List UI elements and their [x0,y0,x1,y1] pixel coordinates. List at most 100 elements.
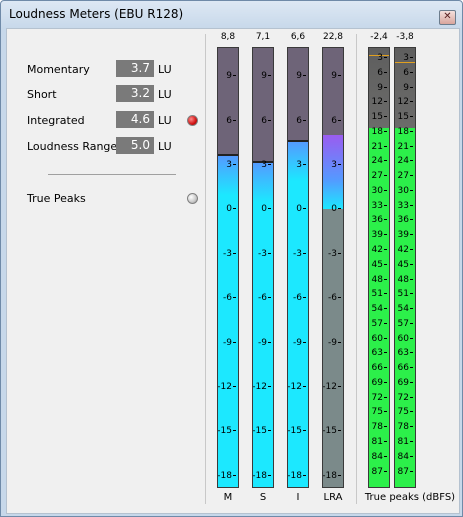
scale-tick: 0 [261,205,271,214]
meter-max-M: 8,8 [220,32,236,42]
scale-tick: -18 [288,471,306,481]
panel-divider-right [356,34,357,504]
scale-tick: -18 [323,471,341,481]
scale-tick: 36 [372,216,387,225]
scale-tick: 3 [377,54,387,63]
scale-tick: 87 [372,467,387,477]
scale-tick: 21 [372,142,387,152]
divider [48,174,176,175]
scale-tick: -9 [223,338,236,348]
scale-tick: 63 [398,349,413,358]
momentary-label: Momentary [27,63,90,76]
scale-tick: 24 [398,157,413,166]
true-peaks-indicator-icon[interactable] [187,193,198,204]
scale-tick: -3 [223,249,236,259]
scale-tick: 78 [398,423,413,432]
scale-tick: -3 [258,249,271,259]
scale-tick: 63 [372,349,387,358]
meter-max-LRA: 22,8 [322,32,344,42]
scale-tick: 66 [372,364,387,373]
scale-tick: 54 [372,305,387,314]
scale-tick: 15 [372,113,387,122]
true-peak-meter-1: 3 6 9 12 15 18 21 24 27 30 33 36 39 42 45 48 51 54 57 60 63 6… [368,47,390,488]
scale-tick: -18 [253,471,271,481]
scale-tick: -15 [288,427,306,436]
true-peaks-label: True Peaks [27,192,86,205]
scale-tick: -12 [288,382,306,392]
scale-tick: -3 [328,249,341,259]
scale-tick: 6 [331,116,341,126]
scale-tick: 18 [372,127,387,137]
scale-tick: 3 [296,160,306,170]
meter-label-M: M [223,492,233,503]
scale-tick: 51 [372,290,387,299]
scale-tick: 57 [398,319,413,329]
loudness-meters-window: Loudness Meters (EBU R128) ✕ Momentary 3… [0,0,463,517]
scale-tick: 9 [226,72,236,81]
scale-tick: 33 [372,201,387,211]
meter-label-I: I [296,492,300,503]
title-bar: Loudness Meters (EBU R128) ✕ [1,1,462,29]
scale-tick: -6 [258,294,271,303]
scale-tick: 6 [226,116,236,126]
loudness-meter-I: 9 6 3 0 -3 -6 -9 -12 -15 -18 [287,47,309,488]
loudness-meter-S: 9 6 3 0 -3 -6 -9 -12 -15 -18 [252,47,274,488]
scale-tick: 6 [377,68,387,78]
loudness-range-label: Loudness Range [27,140,118,153]
loudness-range-unit: LU [158,140,172,153]
scale-tick: 21 [398,142,413,152]
scale-tick: 30 [372,186,387,196]
meter-needle-M [218,153,238,156]
scale-tick: 9 [331,72,341,81]
scale-tick: 36 [398,216,413,225]
scale-tick: 9 [261,72,271,81]
scale-tick: 12 [372,98,387,107]
scale-tick: 45 [398,260,413,270]
loudness-range-value: 5.0 [116,137,154,154]
scale-tick: 24 [372,157,387,166]
scale-tick: 0 [226,205,236,214]
scale-tick: 6 [296,116,306,126]
scale-tick: 57 [372,319,387,329]
meter-max-S: 7,1 [255,32,271,42]
scale-tick: 81 [372,438,387,447]
scale-tick: -6 [328,294,341,303]
scale-tick: -3 [293,249,306,259]
meter-needle-I [288,140,308,143]
scale-tick: 78 [372,423,387,432]
scale-tick: 9 [296,72,306,81]
scale-tick: 39 [398,231,413,240]
scale-tick: -6 [293,294,306,303]
close-icon[interactable]: ✕ [439,10,456,25]
meter-fill-LRA [323,135,343,210]
scale-tick: 33 [398,201,413,211]
short-value: 3.2 [116,85,154,102]
scale-tick: 0 [331,205,341,214]
scale-tick: -12 [253,382,271,392]
client-area: Momentary 3.7 LU Short 3.2 LU Integrated… [6,28,460,514]
scale-tick: 84 [372,452,387,462]
scale-tick: 60 [398,334,413,344]
scale-tick: -9 [328,338,341,348]
scale-tick: 9 [377,83,387,93]
short-label: Short [27,88,57,101]
scale-tick: 48 [398,275,413,285]
scale-tick: -12 [323,382,341,392]
momentary-unit: LU [158,63,172,76]
scale-tick: 30 [398,186,413,196]
loudness-meter-M: 9 6 3 0 -3 -6 -9 -12 -15 -18 [217,47,239,488]
meter-label-S: S [259,492,267,503]
scale-tick: 69 [398,378,413,388]
integrated-value: 4.6 [116,111,154,128]
scale-tick: -15 [253,427,271,436]
meter-max-I: 6,6 [290,32,306,42]
scale-tick: 72 [398,393,413,403]
scale-tick: 0 [296,205,306,214]
true-peak-max-2: -3,8 [396,32,414,42]
true-peaks-caption: True peaks (dBFS) [364,492,456,503]
true-peak-meter-2: 3 6 9 12 15 18 21 24 27 30 33 36 39 42 45 48 51 54 57 60 63 6… [394,47,416,488]
integrated-indicator-icon[interactable] [187,115,198,126]
scale-tick: 72 [372,393,387,403]
scale-tick: -9 [293,338,306,348]
scale-tick: 39 [372,231,387,240]
